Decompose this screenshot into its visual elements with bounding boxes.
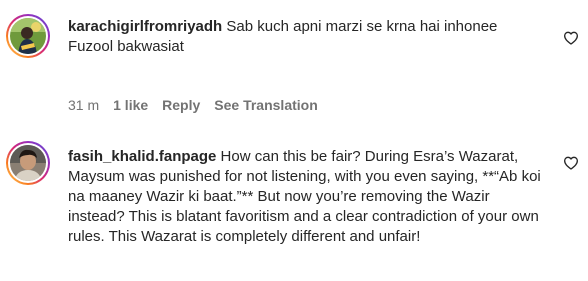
comment-username[interactable]: karachigirlfromriyadh bbox=[68, 18, 222, 35]
profile-photo-image bbox=[10, 18, 46, 54]
heart-outline-icon[interactable] bbox=[563, 155, 579, 171]
profile-photo bbox=[10, 18, 46, 54]
comment-body: karachigirlfromriyadh Sab kuch apni marz… bbox=[68, 17, 546, 57]
comment-body: fasih_khalid.fanpage How can this be fai… bbox=[68, 147, 546, 247]
comment-meta: 31 m 1 like Reply See Translation bbox=[68, 96, 318, 114]
profile-photo bbox=[10, 145, 46, 181]
avatar[interactable] bbox=[6, 141, 50, 185]
comment-username[interactable]: fasih_khalid.fanpage bbox=[68, 148, 216, 165]
profile-photo-image bbox=[10, 145, 46, 181]
comment-item: karachigirlfromriyadh Sab kuch apni marz… bbox=[0, 0, 588, 120]
reply-button[interactable]: Reply bbox=[162, 96, 200, 114]
comment-time[interactable]: 31 m bbox=[68, 96, 99, 114]
comment-item: fasih_khalid.fanpage How can this be fai… bbox=[0, 130, 588, 281]
heart-outline-icon[interactable] bbox=[563, 30, 579, 46]
see-translation-button[interactable]: See Translation bbox=[214, 96, 317, 114]
comment-likes[interactable]: 1 like bbox=[113, 96, 148, 114]
avatar[interactable] bbox=[6, 14, 50, 58]
